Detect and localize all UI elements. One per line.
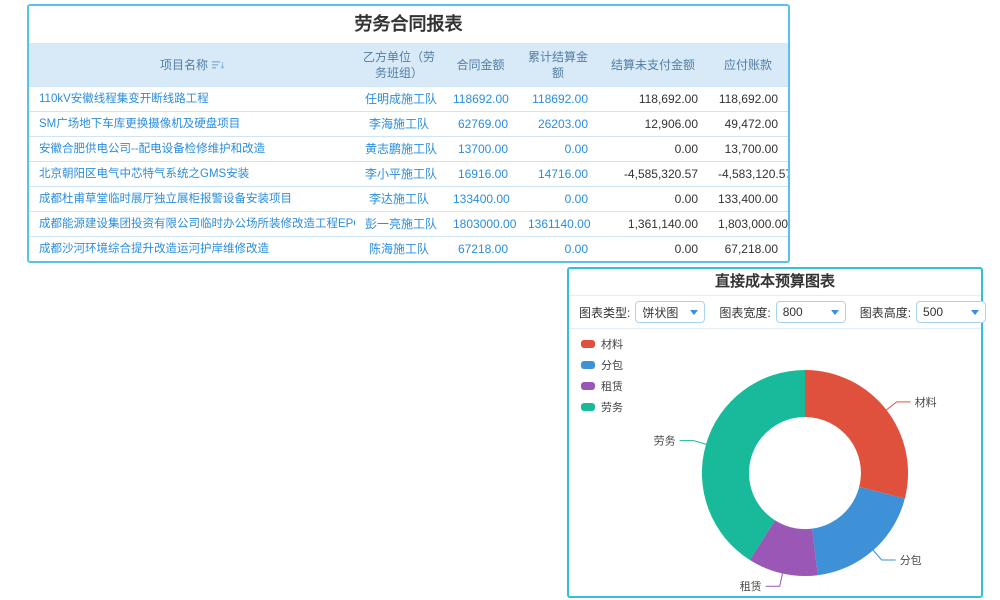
pie-label-line-2 bbox=[766, 573, 783, 587]
chevron-down-icon bbox=[831, 310, 839, 315]
cell-r0-c1: 任明成施工队 bbox=[355, 87, 443, 112]
pie-label-3: 劳务 bbox=[654, 435, 676, 448]
cell-r5-c2: 1803000.00 bbox=[443, 212, 518, 237]
table-row-5: 成都能源建设集团投资有限公司临时办公场所装修改造工程EPC彭一亮施工队18030… bbox=[29, 212, 788, 237]
cell-r2-c2: 13700.00 bbox=[443, 137, 518, 162]
cell-r6-c0: 成都沙河环境综合提升改造运河护岸维修改造 bbox=[29, 237, 355, 262]
chart-type-select[interactable]: 饼状图 bbox=[635, 301, 705, 323]
cell-r6-c1: 陈海施工队 bbox=[355, 237, 443, 262]
column-header-5: 应付账款 bbox=[708, 44, 788, 87]
cell-r3-c4: -4,585,320.57 bbox=[598, 162, 708, 187]
cell-r3-c1: 李小平施工队 bbox=[355, 162, 443, 187]
cell-r0-c4: 118,692.00 bbox=[598, 87, 708, 112]
cell-r1-c2: 62769.00 bbox=[443, 112, 518, 137]
cell-r5-c4: 1,361,140.00 bbox=[598, 212, 708, 237]
cell-r4-c1: 李达施工队 bbox=[355, 187, 443, 212]
control-label-1: 图表宽度: bbox=[719, 304, 770, 321]
table-row-3: 北京朝阳区电气中芯特气系统之GMS安装李小平施工队16916.0014716.0… bbox=[29, 162, 788, 187]
table-header-row: 项目名称乙方单位（劳务班组）合同金额累计结算金额结算未支付金额应付账款 bbox=[29, 44, 788, 87]
column-header-1: 乙方单位（劳务班组） bbox=[355, 44, 443, 87]
sort-icon[interactable] bbox=[212, 60, 224, 70]
table-row-0: 110kV安徽线程集变开断线路工程任明成施工队118692.00118692.0… bbox=[29, 87, 788, 112]
cell-r4-c2: 133400.00 bbox=[443, 187, 518, 212]
cell-r0-c2: 118692.00 bbox=[443, 87, 518, 112]
cell-r5-c5: 1,803,000.00 bbox=[708, 212, 788, 237]
control-group-1: 图表宽度: 800 bbox=[719, 301, 845, 323]
chart-area: 材料分包租赁 劳务 材料分包租赁 劳务 bbox=[569, 329, 981, 596]
cell-r1-c0: SM广场地下车库更换摄像机及硬盘项目 bbox=[29, 112, 355, 137]
cell-r3-c0: 北京朝阳区电气中芯特气系统之GMS安装 bbox=[29, 162, 355, 187]
cell-r2-c3: 0.00 bbox=[518, 137, 598, 162]
table-row-6: 成都沙河环境综合提升改造运河护岸维修改造陈海施工队67218.000.000.0… bbox=[29, 237, 788, 262]
cell-r3-c2: 16916.00 bbox=[443, 162, 518, 187]
cell-r4-c5: 133,400.00 bbox=[708, 187, 788, 212]
chart-width-select-value: 800 bbox=[783, 305, 803, 319]
cell-r3-c5: -4,583,120.57 bbox=[708, 162, 788, 187]
chart-width-select[interactable]: 800 bbox=[776, 301, 846, 323]
pie-slice-1[interactable] bbox=[812, 487, 905, 575]
cell-r0-c3: 118692.00 bbox=[518, 87, 598, 112]
pie-label-line-3 bbox=[680, 441, 708, 445]
control-label-2: 图表高度: bbox=[860, 304, 911, 321]
pie-label-line-1 bbox=[873, 550, 896, 561]
labor-contract-report-panel: 劳务合同报表 项目名称乙方单位（劳务班组）合同金额累计结算金额结算未支付金额应付… bbox=[27, 4, 790, 263]
cell-r2-c5: 13,700.00 bbox=[708, 137, 788, 162]
cell-r5-c0: 成都能源建设集团投资有限公司临时办公场所装修改造工程EPC bbox=[29, 212, 355, 237]
column-header-2: 合同金额 bbox=[443, 44, 518, 87]
direct-cost-budget-panel: 直接成本预算图表 图表类型: 饼状图 图表宽度: 800 图表高度: 500 材料分包租赁… bbox=[567, 267, 983, 598]
column-header-0[interactable]: 项目名称 bbox=[29, 44, 355, 87]
table-header: 项目名称乙方单位（劳务班组）合同金额累计结算金额结算未支付金额应付账款 bbox=[29, 44, 788, 87]
column-header-3: 累计结算金额 bbox=[518, 44, 598, 87]
cell-r4-c4: 0.00 bbox=[598, 187, 708, 212]
cell-r2-c0: 安徽合肥供电公司--配电设备检修维护和改造 bbox=[29, 137, 355, 162]
cell-r0-c0: 110kV安徽线程集变开断线路工程 bbox=[29, 87, 355, 112]
chart-controls: 图表类型: 饼状图 图表宽度: 800 图表高度: 500 bbox=[569, 296, 981, 329]
chevron-down-icon bbox=[690, 310, 698, 315]
column-header-4: 结算未支付金额 bbox=[598, 44, 708, 87]
cell-r6-c5: 67,218.00 bbox=[708, 237, 788, 262]
cell-r1-c4: 12,906.00 bbox=[598, 112, 708, 137]
pie-slice-0[interactable] bbox=[805, 370, 908, 499]
cell-r6-c2: 67218.00 bbox=[443, 237, 518, 262]
cell-r1-c1: 李海施工队 bbox=[355, 112, 443, 137]
chart-height-select-value: 500 bbox=[923, 305, 943, 319]
cell-r2-c1: 黄志鹏施工队 bbox=[355, 137, 443, 162]
chevron-down-icon bbox=[971, 310, 979, 315]
labor-contract-table: 项目名称乙方单位（劳务班组）合同金额累计结算金额结算未支付金额应付账款 110k… bbox=[29, 43, 788, 261]
control-group-2: 图表高度: 500 bbox=[860, 301, 986, 323]
donut-chart: 材料分包租赁 劳务 bbox=[569, 329, 981, 596]
table-body: 110kV安徽线程集变开断线路工程任明成施工队118692.00118692.0… bbox=[29, 87, 788, 262]
cell-r6-c4: 0.00 bbox=[598, 237, 708, 262]
cell-r5-c1: 彭一亮施工队 bbox=[355, 212, 443, 237]
cell-r5-c3: 1361140.00 bbox=[518, 212, 598, 237]
cell-r1-c5: 49,472.00 bbox=[708, 112, 788, 137]
report-title: 劳务合同报表 bbox=[29, 6, 788, 43]
pie-label-1: 分包 bbox=[900, 554, 922, 567]
control-group-0: 图表类型: 饼状图 bbox=[579, 301, 705, 323]
chart-title: 直接成本预算图表 bbox=[569, 269, 981, 296]
cell-r6-c3: 0.00 bbox=[518, 237, 598, 262]
pie-label-2: 租赁 bbox=[740, 579, 762, 593]
cell-r0-c5: 118,692.00 bbox=[708, 87, 788, 112]
cell-r4-c3: 0.00 bbox=[518, 187, 598, 212]
table-row-4: 成都杜甫草堂临时展厅独立展柜报警设备安装项目李达施工队133400.000.00… bbox=[29, 187, 788, 212]
chart-type-select-value: 饼状图 bbox=[642, 304, 678, 321]
cell-r1-c3: 26203.00 bbox=[518, 112, 598, 137]
table-row-2: 安徽合肥供电公司--配电设备检修维护和改造黄志鹏施工队13700.000.000… bbox=[29, 137, 788, 162]
cell-r3-c3: 14716.00 bbox=[518, 162, 598, 187]
cell-r2-c4: 0.00 bbox=[598, 137, 708, 162]
pie-label-line-0 bbox=[886, 402, 911, 411]
pie-label-0: 材料 bbox=[915, 395, 937, 409]
chart-height-select[interactable]: 500 bbox=[916, 301, 986, 323]
control-label-0: 图表类型: bbox=[579, 304, 630, 321]
table-row-1: SM广场地下车库更换摄像机及硬盘项目李海施工队62769.0026203.001… bbox=[29, 112, 788, 137]
cell-r4-c0: 成都杜甫草堂临时展厅独立展柜报警设备安装项目 bbox=[29, 187, 355, 212]
